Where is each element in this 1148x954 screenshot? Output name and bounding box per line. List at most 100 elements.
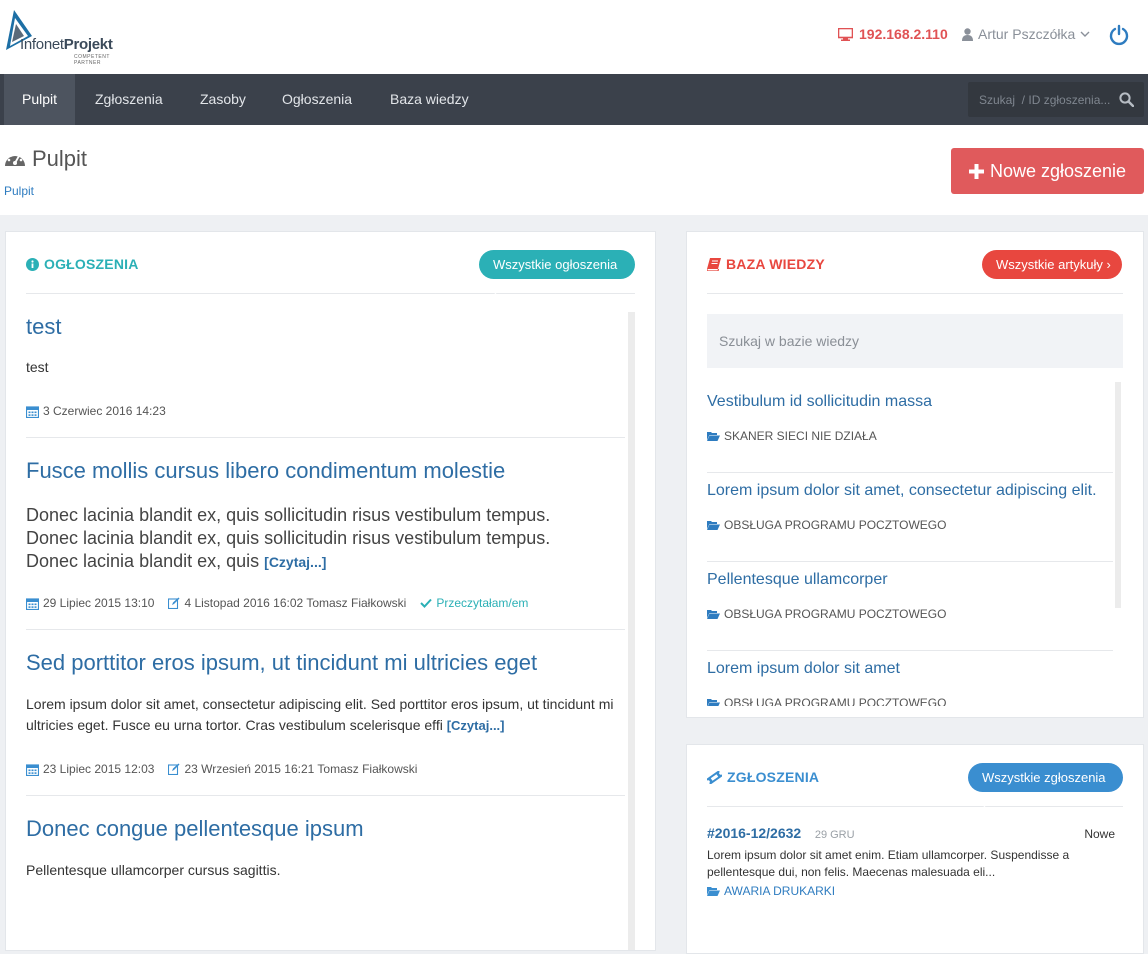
power-icon[interactable] xyxy=(1108,24,1130,46)
folder-open-icon xyxy=(707,887,720,896)
all-articles-label: Wszystkie artykuły xyxy=(996,257,1103,272)
kb-item: Pellentesque ullamcorper OBSŁUGA PROGRAM… xyxy=(707,562,1113,651)
announcement-item: Sed porttitor eros ipsum, ut tincidunt m… xyxy=(26,630,625,796)
kb-item-category: OBSŁUGA PROGRAMU POCZTOWEGO xyxy=(707,518,946,532)
ticket-category-text: AWARIA DRUKARKI xyxy=(724,884,836,898)
edit-icon xyxy=(168,597,180,609)
search-icon[interactable] xyxy=(1119,92,1134,107)
kb-item: Lorem ipsum dolor sit amet, consectetur … xyxy=(707,473,1113,562)
announcement-body: Pellentesque ullamcorper cursus sagittis… xyxy=(26,862,281,878)
kb-category-text: OBSŁUGA PROGRAMU POCZTOWEGO xyxy=(724,607,947,621)
calendar-icon xyxy=(26,405,39,418)
kb-title: BAZA WIEDZY xyxy=(707,256,825,272)
ticket-category: AWARIA DRUKARKI xyxy=(707,884,1123,898)
folder-open-icon xyxy=(707,610,720,619)
kb-item-title[interactable]: Lorem ipsum dolor sit amet, consectetur … xyxy=(707,482,1097,500)
announcements-scrollbar[interactable] xyxy=(628,312,635,950)
all-tickets-button[interactable]: Wszystkie zgłoszenia › xyxy=(968,763,1123,814)
kb-search-input[interactable] xyxy=(707,314,1123,368)
folder-open-icon xyxy=(707,432,720,441)
kb-item-title[interactable]: Pellentesque ullamcorper xyxy=(707,571,888,589)
tickets-title-text: ZGŁOSZENIA xyxy=(727,769,820,785)
announcement-item: Fusce mollis cursus libero condimentum m… xyxy=(26,438,625,630)
logo-tagline: COMPETENT PARTNER xyxy=(74,54,110,66)
info-icon xyxy=(26,257,39,271)
kb-item: Lorem ipsum dolor sit amet OBSŁUGA PROGR… xyxy=(707,651,1113,706)
read-more-link[interactable]: [Czytaj...] xyxy=(264,554,326,570)
read-status[interactable]: Przeczytałam/em xyxy=(436,596,528,610)
plus-icon xyxy=(968,163,984,179)
kb-item-title[interactable]: Lorem ipsum dolor sit amet xyxy=(707,660,900,678)
announcements-title: OGŁOSZENIA xyxy=(26,256,139,272)
new-ticket-button[interactable]: Nowe zgłoszenie xyxy=(951,148,1144,194)
chevron-down-icon xyxy=(1080,31,1090,37)
ticket-icon xyxy=(707,770,722,784)
logo-name-bold: Projekt xyxy=(63,36,113,53)
announcement-item: Donec congue pellentesque ipsum Pellente… xyxy=(26,796,625,916)
page-header: Pulpit Pulpit Nowe zgłoszenie xyxy=(0,125,1148,215)
ticket-id[interactable]: #2016-12/2632 xyxy=(707,825,801,841)
kb-category-text: OBSŁUGA PROGRAMU POCZTOWEGO xyxy=(724,518,947,532)
announcement-title[interactable]: Donec congue pellentesque ipsum xyxy=(26,816,364,842)
kb-header: BAZA WIEDZY Wszystkie artykuły › xyxy=(707,232,1123,294)
kb-list: Vestibulum id sollicitudin massa SKANER … xyxy=(707,384,1113,706)
edit-icon xyxy=(168,763,180,775)
all-articles-button[interactable]: Wszystkie artykuły › xyxy=(982,250,1122,279)
new-ticket-label: Nowe zgłoszenie xyxy=(989,160,1127,181)
kb-scrollbar[interactable] xyxy=(1115,382,1121,608)
kb-item: Vestibulum id sollicitudin massa SKANER … xyxy=(707,384,1113,473)
announcement-body: Lorem ipsum dolor sit amet, consectetur … xyxy=(26,694,616,736)
top-header: InfonetProjekt COMPETENT PARTNER 192.168… xyxy=(0,0,1148,74)
user-icon xyxy=(962,27,973,41)
tickets-header: ZGŁOSZENIA Wszystkie zgłoszenia › xyxy=(707,745,1123,814)
monitor-icon xyxy=(838,27,853,41)
kb-item-category: SKANER SIECI NIE DZIAŁA xyxy=(707,429,877,443)
announcements-header: OGŁOSZENIA Wszystkie ogłoszenia › xyxy=(26,232,635,301)
nav-search-input[interactable] xyxy=(968,82,1144,117)
announcement-item: test test 3 Czerwiec 2016 14:23 xyxy=(26,312,625,438)
all-tickets-label: Wszystkie zgłoszenia xyxy=(982,770,1106,785)
dashboard-icon xyxy=(5,152,25,166)
announcements-title-text: OGŁOSZENIA xyxy=(44,256,139,272)
ticket-date: 29 GRU xyxy=(814,829,855,841)
ticket-item[interactable]: #2016-12/2632 29 GRU Nowe Lorem ipsum do… xyxy=(707,825,1123,898)
announcement-meta: 23 Lipiec 2015 12:03 23 Wrzesień 2015 16… xyxy=(26,762,417,776)
tickets-title: ZGŁOSZENIA xyxy=(707,769,819,785)
kb-search xyxy=(707,314,1123,368)
calendar-icon xyxy=(26,763,39,776)
breadcrumb[interactable]: Pulpit xyxy=(4,184,34,198)
announcement-body: test xyxy=(26,359,49,375)
kb-item-category: OBSŁUGA PROGRAMU POCZTOWEGO xyxy=(707,696,946,706)
announcement-date: 3 Czerwiec 2016 14:23 xyxy=(43,404,166,418)
page-title: Pulpit xyxy=(4,146,87,172)
kb-item-title[interactable]: Vestibulum id sollicitudin massa xyxy=(707,393,932,411)
tickets-panel: ZGŁOSZENIA Wszystkie zgłoszenia › #2016-… xyxy=(686,744,1144,954)
announcement-title[interactable]: Fusce mollis cursus libero condimentum m… xyxy=(26,458,505,484)
announcement-date: 23 Lipiec 2015 12:03 xyxy=(43,762,155,776)
announcements-list: test test 3 Czerwiec 2016 14:23 Fusce mo… xyxy=(26,312,625,950)
nav-item-ogloszenia[interactable]: Ogłoszenia xyxy=(264,74,370,125)
user-menu[interactable]: Artur Pszczółka xyxy=(962,26,1090,42)
kb-category-text: SKANER SIECI NIE DZIAŁA xyxy=(724,429,877,443)
logo[interactable]: InfonetProjekt COMPETENT PARTNER xyxy=(4,10,134,66)
nav-item-zgloszenia[interactable]: Zgłoszenia xyxy=(77,74,181,125)
nav-item-zasoby[interactable]: Zasoby xyxy=(182,74,264,125)
nav-item-pulpit[interactable]: Pulpit xyxy=(4,74,76,125)
announcement-title[interactable]: Sed porttitor eros ipsum, ut tincidunt m… xyxy=(26,650,537,676)
knowledge-base-panel: BAZA WIEDZY Wszystkie artykuły › Vestibu… xyxy=(686,231,1144,718)
announcement-body-text: Lorem ipsum dolor sit amet, consectetur … xyxy=(26,696,614,733)
nav-item-baza-wiedzy[interactable]: Baza wiedzy xyxy=(372,74,487,125)
page-title-text: Pulpit xyxy=(32,146,88,171)
read-more-link[interactable]: [Czytaj...] xyxy=(447,718,505,733)
all-announcements-label: Wszystkie ogłoszenia xyxy=(493,257,618,272)
ip-address: 192.168.2.110 xyxy=(838,26,948,42)
all-announcements-button[interactable]: Wszystkie ogłoszenia › xyxy=(479,250,635,301)
announcement-title[interactable]: test xyxy=(26,314,61,340)
kb-item-category: OBSŁUGA PROGRAMU POCZTOWEGO xyxy=(707,607,946,621)
announcement-meta: 29 Lipiec 2015 13:10 4 Listopad 2016 16:… xyxy=(26,596,528,610)
ticket-status: Nowe xyxy=(1084,827,1115,841)
kb-title-text: BAZA WIEDZY xyxy=(726,256,825,272)
user-name: Artur Pszczółka xyxy=(978,26,1076,42)
calendar-icon xyxy=(26,597,39,610)
folder-open-icon xyxy=(707,521,720,530)
